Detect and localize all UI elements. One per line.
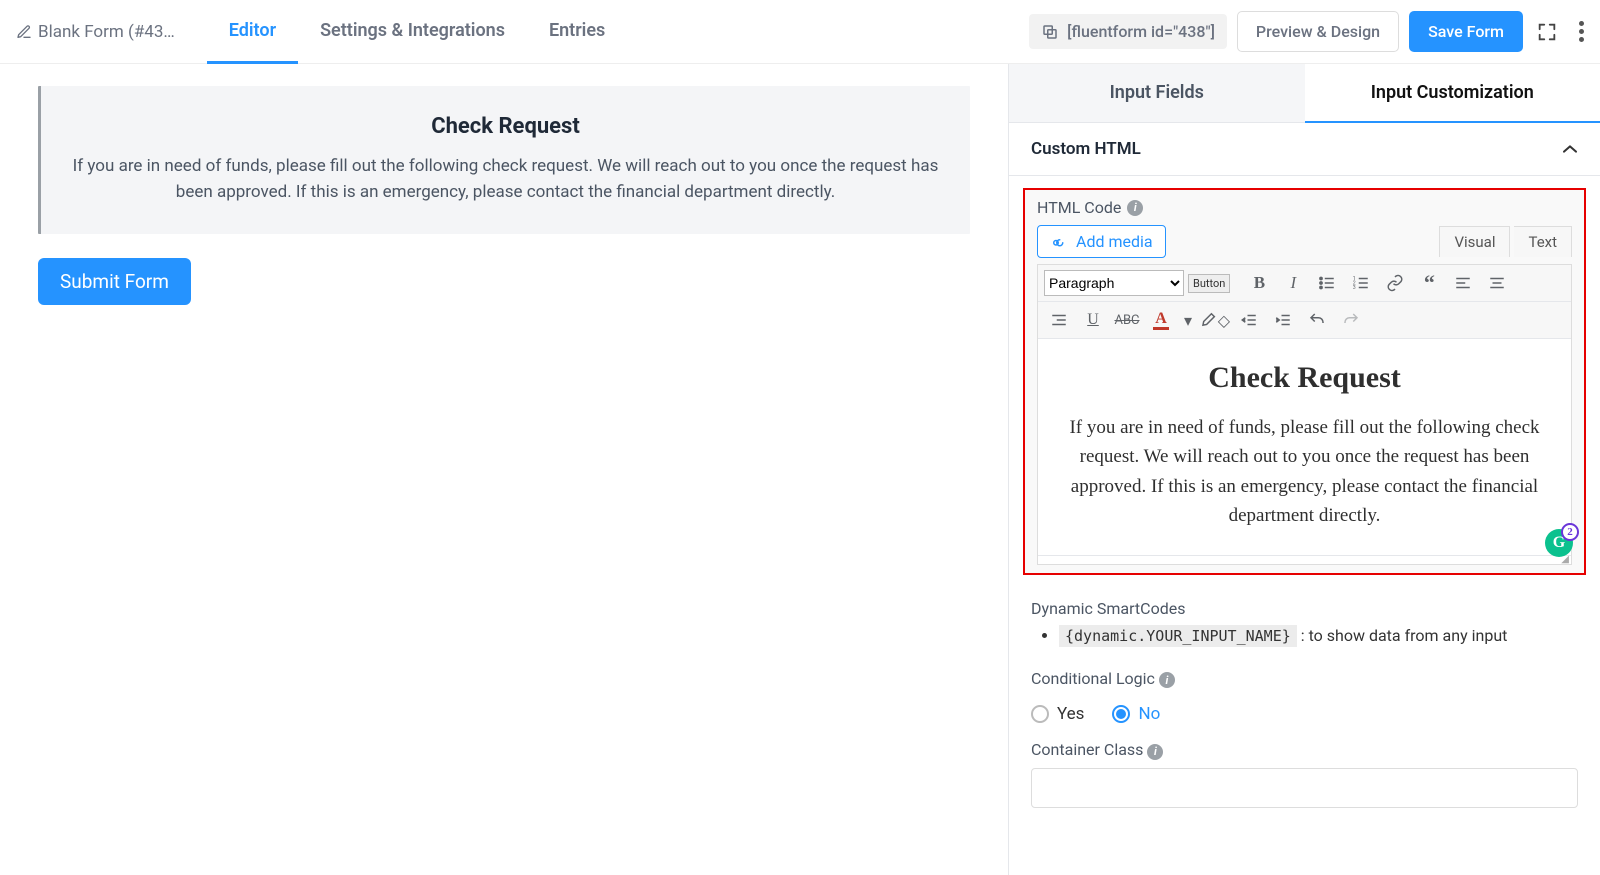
smartcode-token: {dynamic.YOUR_INPUT_NAME} — [1059, 625, 1297, 647]
container-class-text: Container Class — [1031, 740, 1143, 759]
editor-content[interactable]: Check Request If you are in need of fund… — [1038, 339, 1571, 555]
wysiwyg-editor: Paragraph Button B I 123 “ U — [1037, 264, 1572, 565]
conditional-logic-section: Conditional Logic i Yes No Container Cla… — [1009, 657, 1600, 820]
content-body: If you are in need of funds, please fill… — [1048, 413, 1561, 531]
html-code-label-text: HTML Code — [1037, 198, 1121, 217]
strikethrough-button[interactable]: ABC — [1112, 306, 1142, 334]
conditional-radio-group: Yes No — [1031, 696, 1578, 740]
undo-button[interactable] — [1302, 306, 1332, 334]
section-custom-html[interactable]: Custom HTML — [1009, 123, 1600, 176]
tab-settings[interactable]: Settings & Integrations — [298, 0, 527, 64]
smartcodes-heading: Dynamic SmartCodes — [1031, 599, 1578, 618]
quote-button[interactable]: “ — [1414, 269, 1444, 297]
sidebar-tabs: Input Fields Input Customization — [1009, 64, 1600, 123]
align-left-button[interactable] — [1448, 269, 1478, 297]
html-block[interactable]: Check Request If you are in need of fund… — [38, 86, 970, 234]
grammarly-icon[interactable]: G 2 — [1545, 529, 1573, 557]
shortcode-text: [fluentform id="438"] — [1067, 22, 1215, 41]
container-class-input[interactable] — [1031, 768, 1578, 808]
resize-grip[interactable]: ◢ — [1038, 555, 1571, 564]
media-icon — [1050, 233, 1068, 251]
tab-input-fields[interactable]: Input Fields — [1009, 64, 1305, 123]
fullscreen-button[interactable] — [1533, 18, 1561, 46]
more-menu-button[interactable] — [1571, 21, 1592, 42]
italic-button[interactable]: I — [1278, 269, 1308, 297]
grammarly-badge: 2 — [1561, 523, 1579, 541]
block-heading: Check Request — [69, 114, 942, 139]
top-bar: Blank Form (#43… Editor Settings & Integ… — [0, 0, 1600, 64]
conditional-logic-label: Conditional Logic i — [1031, 669, 1578, 689]
container-class-label: Container Class i — [1031, 740, 1578, 760]
outdent-button[interactable] — [1234, 306, 1264, 334]
top-right: [fluentform id="438"] Preview & Design S… — [1029, 11, 1592, 52]
submit-button[interactable]: Submit Form — [38, 258, 191, 305]
radio-no-label: No — [1138, 704, 1160, 724]
smartcode-desc: : to show data from any input — [1301, 626, 1508, 645]
save-form-button[interactable]: Save Form — [1409, 11, 1523, 52]
info-icon[interactable]: i — [1127, 200, 1143, 216]
tab-entries[interactable]: Entries — [527, 0, 627, 64]
form-canvas: Check Request If you are in need of fund… — [0, 64, 1008, 875]
toolbar-row-1: Paragraph Button B I 123 “ — [1038, 265, 1571, 302]
radio-yes-label: Yes — [1057, 704, 1084, 724]
indent-button[interactable] — [1268, 306, 1298, 334]
main: Check Request If you are in need of fund… — [0, 64, 1600, 875]
block-body: If you are in need of funds, please fill… — [69, 153, 942, 206]
conditional-logic-text: Conditional Logic — [1031, 669, 1155, 688]
text-color-button[interactable]: A — [1146, 306, 1176, 334]
smartcode-item: {dynamic.YOUR_INPUT_NAME} : to show data… — [1059, 626, 1578, 645]
underline-button[interactable]: U — [1078, 306, 1108, 334]
content-heading: Check Request — [1048, 361, 1561, 395]
top-left: Blank Form (#43… Editor Settings & Integ… — [16, 0, 627, 64]
bullet-list-button[interactable] — [1312, 269, 1342, 297]
add-media-label: Add media — [1076, 232, 1153, 251]
format-select[interactable]: Paragraph — [1044, 270, 1184, 296]
fullscreen-icon — [1536, 21, 1558, 43]
main-tabs: Editor Settings & Integrations Entries — [207, 0, 628, 64]
text-color-dropdown[interactable]: ▾ — [1180, 306, 1196, 334]
align-center-button[interactable] — [1482, 269, 1512, 297]
preview-design-button[interactable]: Preview & Design — [1237, 11, 1399, 52]
tab-editor[interactable]: Editor — [207, 0, 298, 64]
editor-tab-visual[interactable]: Visual — [1439, 226, 1510, 257]
copy-icon — [1041, 23, 1059, 41]
html-code-label: HTML Code i — [1033, 196, 1576, 225]
pencil-icon — [16, 24, 32, 40]
insert-button-chip[interactable]: Button — [1188, 274, 1230, 293]
align-right-button[interactable] — [1044, 306, 1074, 334]
chevron-up-icon — [1562, 144, 1578, 154]
sidebar: Input Fields Input Customization Custom … — [1008, 64, 1600, 875]
form-title-text: Blank Form (#43… — [38, 22, 175, 42]
smartcodes-section: Dynamic SmartCodes {dynamic.YOUR_INPUT_N… — [1009, 587, 1600, 657]
toolbar-row-2: U ABC A ▾ ◇ — [1038, 302, 1571, 339]
tab-input-customization[interactable]: Input Customization — [1305, 64, 1600, 123]
link-button[interactable] — [1380, 269, 1410, 297]
radio-yes[interactable]: Yes — [1031, 704, 1084, 724]
number-list-button[interactable]: 123 — [1346, 269, 1376, 297]
svg-text:3: 3 — [1353, 285, 1356, 291]
info-icon[interactable]: i — [1159, 672, 1175, 688]
info-icon[interactable]: i — [1147, 744, 1163, 760]
shortcode-chip[interactable]: [fluentform id="438"] — [1029, 14, 1227, 49]
redo-button[interactable] — [1336, 306, 1366, 334]
clear-format-button[interactable]: ◇ — [1200, 306, 1230, 334]
radio-no[interactable]: No — [1112, 704, 1160, 724]
editor-tab-text[interactable]: Text — [1514, 226, 1572, 257]
form-title[interactable]: Blank Form (#43… — [16, 22, 175, 42]
html-code-panel: HTML Code i Add media Visual Text Paragr… — [1023, 188, 1586, 575]
bold-button[interactable]: B — [1244, 269, 1274, 297]
section-title: Custom HTML — [1031, 139, 1141, 159]
add-media-button[interactable]: Add media — [1037, 225, 1166, 258]
editor-top-row: Add media Visual Text — [1033, 225, 1576, 264]
